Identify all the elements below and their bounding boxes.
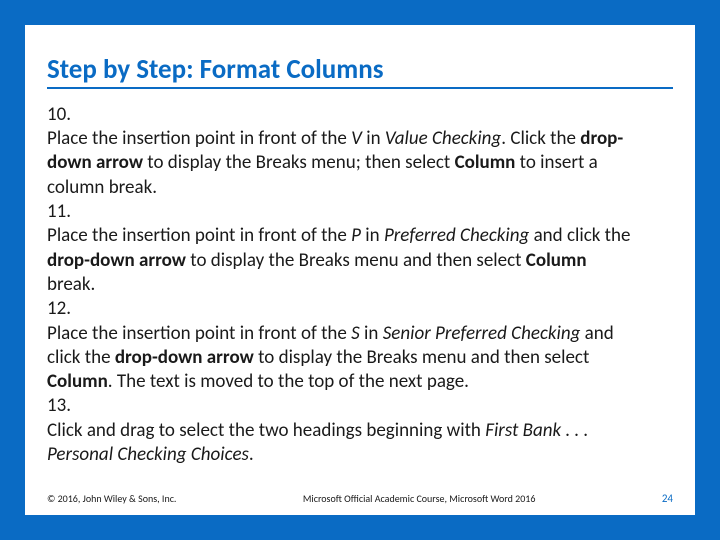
step-number: 12. <box>47 297 81 321</box>
step-12: 12. Place the insertion point in front o… <box>47 297 673 394</box>
slide-title: Step by Step: Format Columns <box>47 55 673 89</box>
footer-page-number: 24 <box>662 492 673 505</box>
slide: Step by Step: Format Columns 10. Place t… <box>25 25 695 515</box>
slide-content: 10. Place the insertion point in front o… <box>25 93 695 468</box>
step-text: Place the insertion point in front of th… <box>47 322 635 395</box>
title-wrap: Step by Step: Format Columns <box>25 25 695 93</box>
step-list: 10. Place the insertion point in front o… <box>47 103 673 468</box>
step-text: Click and drag to select the two heading… <box>47 419 635 468</box>
step-11: 11. Place the insertion point in front o… <box>47 200 673 297</box>
step-number: 11. <box>47 200 81 224</box>
footer-left: © 2016, John Wiley & Sons, Inc. <box>47 492 176 505</box>
step-text: Place the insertion point in front of th… <box>47 224 635 297</box>
step-text: Place the insertion point in front of th… <box>47 127 635 200</box>
footer-center: Microsoft Official Academic Course, Micr… <box>176 492 661 505</box>
step-13: 13. Click and drag to select the two hea… <box>47 394 673 467</box>
step-number: 10. <box>47 103 81 127</box>
footer: © 2016, John Wiley & Sons, Inc. Microsof… <box>47 492 673 505</box>
step-number: 13. <box>47 394 81 418</box>
step-10: 10. Place the insertion point in front o… <box>47 103 673 200</box>
